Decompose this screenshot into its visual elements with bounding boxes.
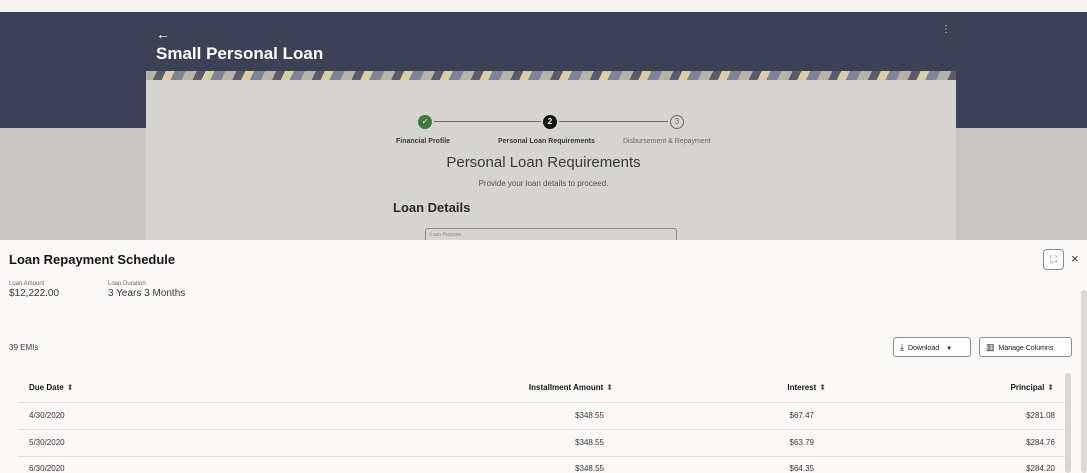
manage-columns-label: Manage Columns (998, 345, 1054, 352)
decorative-pattern (146, 71, 956, 80)
column-header-due-date[interactable]: Due Date ⬍ (29, 383, 73, 392)
download-icon: ⤓ (900, 342, 904, 352)
step-financial-profile-check-icon: ✓ (418, 115, 432, 129)
step-connector (559, 121, 668, 122)
table-cell-interest: $63.79 (789, 438, 814, 447)
loan-duration-value: 3 Years 3 Months (108, 288, 186, 299)
column-header-interest[interactable]: Interest ⬍ (720, 383, 826, 392)
table-cell-principal: $284.76 (1026, 438, 1055, 447)
step-label-disbursement: Disbursement & Repayment (623, 138, 711, 145)
table-cell-installment: $348.55 (575, 438, 604, 447)
download-label: Download (907, 345, 940, 352)
column-header-principal[interactable]: Principal ⬍ (960, 383, 1055, 392)
back-arrow-icon[interactable]: ← (156, 26, 170, 42)
columns-icon: ▥ (986, 342, 995, 352)
emi-count: 39 EMIs (9, 343, 39, 352)
table-cell-due-date: 4/30/2020 (29, 411, 65, 420)
table-cell-due-date: 6/30/2020 (29, 464, 65, 473)
table-cell-installment: $348.55 (575, 411, 604, 420)
table-cell-interest: $64.35 (789, 464, 814, 473)
row-divider (18, 429, 1065, 430)
sort-icon[interactable]: ⬍ (819, 383, 826, 392)
kebab-menu-icon[interactable]: ⋮ (941, 24, 951, 35)
step-label-personal-loan: Personal Loan Requirements (498, 138, 595, 145)
expand-icon[interactable]: ⛶ (1043, 249, 1064, 270)
table-cell-installment: $348.55 (575, 464, 604, 473)
table-scrollbar[interactable] (1065, 373, 1071, 473)
chevron-down-icon: ▼ (946, 346, 953, 352)
form-heading: Personal Loan Requirements (446, 154, 641, 171)
drawer-scrollbar[interactable] (1081, 290, 1087, 473)
drawer-title: Loan Repayment Schedule (9, 252, 176, 267)
row-divider (18, 402, 1065, 403)
download-button[interactable]: ⤓ Download ▼ (893, 337, 971, 357)
section-title: Loan Details (393, 200, 471, 215)
loan-purpose-field[interactable] (425, 228, 677, 240)
loan-duration-label: Loan Duration (108, 281, 146, 287)
close-icon[interactable]: × (1071, 251, 1079, 266)
loan-amount-value: $12,222.00 (9, 288, 60, 299)
sort-icon[interactable]: ⬍ (1047, 383, 1054, 392)
step-connector (434, 121, 541, 122)
step-disbursement-marker: 3 (670, 115, 684, 129)
loan-purpose-label: Loan Purpose (430, 232, 462, 238)
manage-columns-button[interactable]: ▥ Manage Columns (979, 337, 1072, 357)
top-strip (0, 0, 1087, 12)
table-cell-principal: $281.08 (1026, 411, 1055, 420)
form-subheading: Provide your loan details to proceed. (478, 179, 609, 188)
step-label-financial-profile: Financial Profile (396, 138, 451, 145)
table-cell-due-date: 5/30/2020 (29, 438, 65, 447)
column-header-installment[interactable]: Installment Amount ⬍ (460, 383, 613, 392)
row-divider (18, 456, 1065, 457)
table-cell-interest: $67.47 (789, 411, 814, 420)
sort-icon[interactable]: ⬍ (606, 383, 613, 392)
sort-icon[interactable]: ⬍ (67, 383, 74, 392)
loan-amount-label: Loan Amount (9, 281, 45, 287)
table-cell-principal: $284.20 (1026, 464, 1055, 473)
step-personal-loan-marker: 2 (543, 115, 557, 129)
page-title: Small Personal Loan (156, 44, 324, 63)
